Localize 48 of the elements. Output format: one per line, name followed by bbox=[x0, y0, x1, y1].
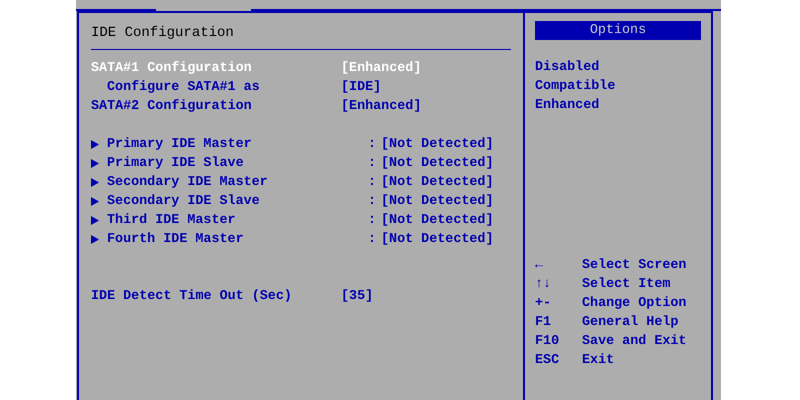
submenu-label[interactable]: Third IDE Master bbox=[107, 211, 236, 230]
separator: : bbox=[368, 193, 378, 211]
triangle-icon bbox=[91, 235, 99, 244]
separator: : bbox=[368, 155, 378, 173]
triangle-icon bbox=[91, 216, 99, 225]
triangle-icon bbox=[91, 197, 99, 206]
help-key: F1 bbox=[535, 313, 582, 332]
separator: : bbox=[368, 136, 378, 154]
setting-label[interactable]: SATA#2 Configuration bbox=[91, 97, 341, 116]
help-action: Change Option bbox=[582, 295, 686, 313]
help-action: Save and Exit bbox=[582, 333, 686, 351]
help-key: ESC bbox=[535, 351, 582, 370]
submenu-value: [Not Detected] bbox=[381, 174, 494, 192]
help-key: ← bbox=[535, 256, 582, 275]
help-action: General Help bbox=[582, 314, 678, 332]
submenu-value: [Not Detected] bbox=[381, 155, 494, 173]
setting-value: [IDE] bbox=[341, 79, 382, 97]
option-item[interactable]: Compatible bbox=[535, 77, 701, 96]
help-key: +- bbox=[535, 294, 582, 313]
setting-value: [Enhanced] bbox=[341, 98, 422, 116]
triangle-icon bbox=[91, 140, 99, 149]
panel-title: IDE Configuration bbox=[91, 24, 235, 43]
submenu-label[interactable]: Primary IDE Slave bbox=[107, 154, 244, 173]
submenu-label[interactable]: Secondary IDE Master bbox=[107, 173, 268, 192]
submenu-label[interactable]: Fourth IDE Master bbox=[107, 230, 244, 249]
submenu-label[interactable]: Primary IDE Master bbox=[107, 135, 252, 154]
submenu-value: [Not Detected] bbox=[381, 231, 494, 249]
setting-value: [Enhanced] bbox=[341, 60, 422, 78]
option-item[interactable]: Disabled bbox=[535, 58, 701, 77]
setting-label[interactable]: IDE Detect Time Out (Sec) bbox=[91, 287, 341, 306]
option-item[interactable]: Enhanced bbox=[535, 96, 701, 115]
submenu-value: [Not Detected] bbox=[381, 212, 494, 230]
submenu-label[interactable]: Secondary IDE Slave bbox=[107, 192, 260, 211]
setting-value: [35] bbox=[341, 288, 374, 306]
submenu-value: [Not Detected] bbox=[381, 136, 494, 154]
submenu-value: [Not Detected] bbox=[381, 193, 494, 211]
separator: : bbox=[368, 174, 378, 192]
help-key: ↑↓ bbox=[535, 275, 582, 294]
help-action: Exit bbox=[582, 352, 614, 370]
triangle-icon bbox=[91, 159, 99, 168]
triangle-icon bbox=[91, 178, 99, 187]
setting-label[interactable]: Configure SATA#1 as bbox=[91, 78, 341, 97]
separator: : bbox=[368, 212, 378, 230]
separator: : bbox=[368, 231, 378, 249]
help-action: Select Screen bbox=[582, 257, 686, 275]
help-key: F10 bbox=[535, 332, 582, 351]
options-header: Options bbox=[535, 21, 701, 40]
help-action: Select Item bbox=[582, 276, 670, 294]
